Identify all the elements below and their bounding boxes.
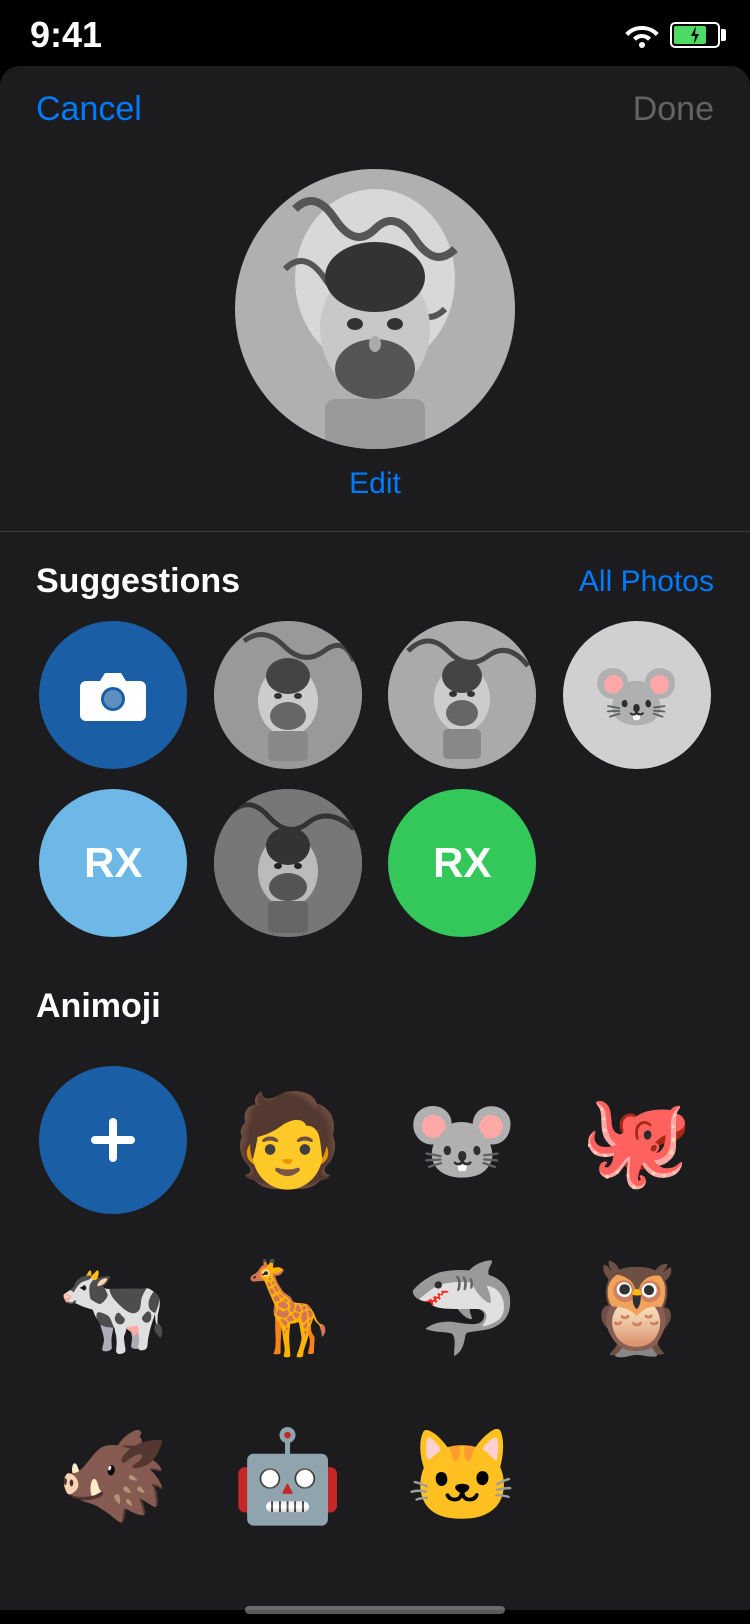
camera-suggestion[interactable] xyxy=(36,621,191,769)
cat-circle[interactable]: 🐱 xyxy=(388,1402,536,1550)
boar-animoji[interactable]: 🐗 xyxy=(36,1402,191,1550)
wifi-icon xyxy=(624,22,660,48)
suggestions-header: Suggestions All Photos xyxy=(0,532,750,621)
done-button[interactable]: Done xyxy=(633,90,714,129)
edit-button[interactable]: Edit xyxy=(349,467,401,501)
animoji-title: Animoji xyxy=(36,987,161,1026)
battery-icon xyxy=(670,22,720,48)
mouse-animoji[interactable]: 🐭 xyxy=(385,1066,540,1214)
owl-circle[interactable]: 🦉 xyxy=(563,1234,711,1382)
person-circle[interactable]: 🧑 xyxy=(214,1066,362,1214)
shark-circle[interactable]: 🦈 xyxy=(388,1234,536,1382)
giraffe-circle[interactable]: 🦒 xyxy=(214,1234,362,1382)
shark-animoji[interactable]: 🦈 xyxy=(385,1234,540,1382)
mouse-animoji-circle[interactable]: 🐭 xyxy=(388,1066,536,1214)
photo-suggestion-1[interactable] xyxy=(211,621,366,769)
rx-green-circle[interactable]: RX xyxy=(388,789,536,937)
cow-circle[interactable]: 🐄 xyxy=(39,1234,187,1382)
add-button[interactable] xyxy=(39,1066,187,1214)
main-content: Suggestions All Photos xyxy=(0,532,750,1610)
shark-emoji: 🦈 xyxy=(406,1256,518,1361)
mouse-suggestion[interactable]: 🐭 xyxy=(560,621,715,769)
rx-light-circle[interactable]: RX xyxy=(39,789,187,937)
cancel-button[interactable]: Cancel xyxy=(36,90,142,129)
home-indicator xyxy=(245,1606,505,1614)
person-animoji[interactable]: 🧑 xyxy=(211,1066,366,1214)
robot-circle[interactable]: 🤖 xyxy=(214,1402,362,1550)
suggestions-grid-row2: RX xyxy=(0,789,750,957)
rx-green-label: RX xyxy=(433,839,491,887)
status-time: 9:41 xyxy=(30,14,102,56)
octopus-circle[interactable]: 🐙 xyxy=(563,1066,711,1214)
robot-emoji: 🤖 xyxy=(232,1424,344,1529)
photo-suggestion-3[interactable] xyxy=(211,789,366,937)
camera-icon xyxy=(78,665,148,725)
photo-circle-2[interactable] xyxy=(388,621,536,769)
octopus-emoji: 🐙 xyxy=(581,1088,693,1193)
photo-circle-3[interactable] xyxy=(214,789,362,937)
giraffe-emoji: 🦒 xyxy=(232,1256,344,1361)
boar-circle[interactable]: 🐗 xyxy=(39,1402,187,1550)
animoji-row-3: 🐗 🤖 🐱 xyxy=(0,1382,750,1550)
all-photos-link[interactable]: All Photos xyxy=(579,565,714,599)
cow-animoji[interactable]: 🐄 xyxy=(36,1234,191,1382)
animoji-row-2: 🐄 🦒 🦈 🦉 xyxy=(0,1214,750,1382)
empty-animoji xyxy=(560,1402,715,1550)
rx-light-suggestion[interactable]: RX xyxy=(36,789,191,937)
add-animoji[interactable] xyxy=(36,1066,191,1214)
mouse-emoji: 🐭 xyxy=(592,653,682,738)
person-emoji: 🧑 xyxy=(232,1088,344,1193)
camera-button[interactable] xyxy=(39,621,187,769)
animoji-row-1: 🧑 🐭 🐙 xyxy=(0,1046,750,1214)
rx-green-suggestion[interactable]: RX xyxy=(385,789,540,937)
avatar-section: Edit xyxy=(0,149,750,531)
plus-icon xyxy=(83,1110,143,1170)
profile-editor-container: Cancel Done xyxy=(0,66,750,1610)
animoji-header: Animoji xyxy=(0,957,750,1046)
empty-slot xyxy=(560,789,715,937)
suggestions-title: Suggestions xyxy=(36,562,240,601)
robot-animoji[interactable]: 🤖 xyxy=(211,1402,366,1550)
status-icons xyxy=(624,22,720,48)
owl-emoji: 🦉 xyxy=(581,1256,693,1361)
rx-light-label: RX xyxy=(84,839,142,887)
cow-emoji: 🐄 xyxy=(57,1256,169,1361)
owl-animoji[interactable]: 🦉 xyxy=(560,1234,715,1382)
mouse-circle[interactable]: 🐭 xyxy=(563,621,711,769)
animoji-section: Animoji 🧑 xyxy=(0,957,750,1570)
cat-animoji[interactable]: 🐱 xyxy=(385,1402,540,1550)
boar-emoji: 🐗 xyxy=(57,1424,169,1529)
mouse-animoji-emoji: 🐭 xyxy=(406,1088,518,1193)
status-bar: 9:41 xyxy=(0,0,750,66)
octopus-animoji[interactable]: 🐙 xyxy=(560,1066,715,1214)
photo-circle-1[interactable] xyxy=(214,621,362,769)
suggestions-grid-row1: 🐭 xyxy=(0,621,750,789)
photo-suggestion-2[interactable] xyxy=(385,621,540,769)
cat-emoji: 🐱 xyxy=(406,1424,518,1529)
giraffe-animoji[interactable]: 🦒 xyxy=(211,1234,366,1382)
header: Cancel Done xyxy=(0,66,750,149)
avatar-circle[interactable] xyxy=(235,169,515,449)
